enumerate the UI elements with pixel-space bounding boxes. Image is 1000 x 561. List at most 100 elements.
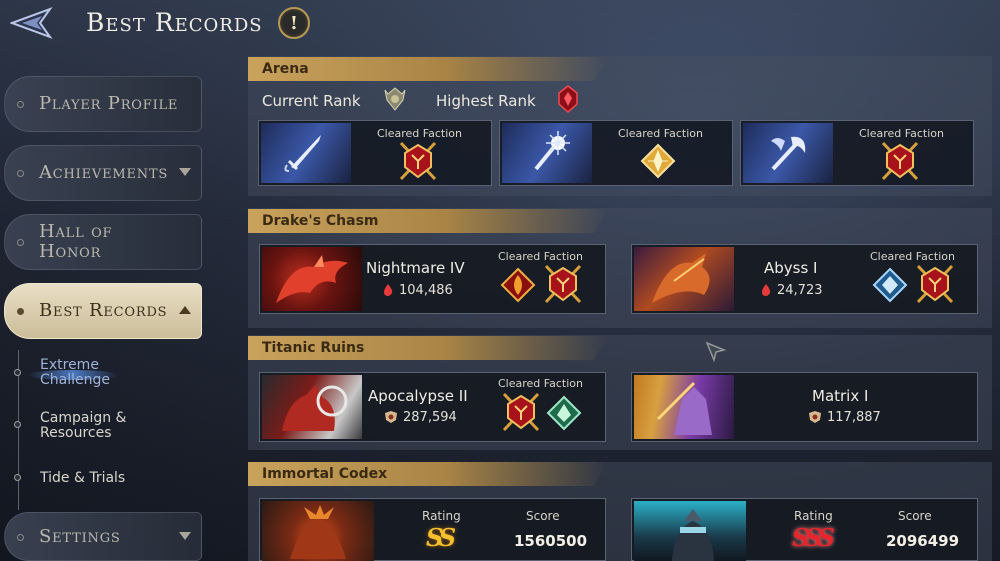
arena-card[interactable]: Cleared Faction	[258, 120, 492, 186]
current-rank-label: Current Rank	[262, 92, 361, 110]
back-arrow-icon	[10, 6, 53, 40]
sidebar-item-label: Achievements	[39, 162, 169, 183]
highest-rank-label: Highest Rank	[436, 92, 536, 110]
boss-score-value: 287,594	[403, 410, 457, 425]
arena-card[interactable]: Cleared Faction	[499, 120, 733, 186]
sidebar-item-achievements[interactable]: Achievements	[4, 145, 202, 201]
boss-score: 24,723	[760, 283, 823, 298]
chevron-up-icon	[179, 306, 191, 314]
codex-boss-art	[634, 501, 746, 561]
rating-grade: SSS	[792, 523, 835, 552]
immortal-codex-card[interactable]: Rating SS Score 1560500	[259, 498, 606, 561]
section-header-titanic-ruins: Titanic Ruins	[248, 336, 608, 360]
crest-icon	[809, 411, 821, 423]
codex-boss-art	[262, 501, 374, 561]
frost-faction-badge-icon	[872, 267, 908, 303]
chevron-down-icon	[179, 168, 191, 176]
bullet-icon	[14, 421, 21, 428]
section-header-immortal-codex: Immortal Codex	[248, 462, 608, 486]
bullet-icon	[17, 170, 24, 177]
matrix-warrior-icon	[656, 381, 712, 435]
boss-score-value: 117,887	[827, 410, 881, 425]
info-button[interactable]: !	[278, 7, 310, 39]
drakes-chasm-card[interactable]: Nightmare IV 104,486 Cleared Faction	[259, 244, 606, 314]
sidebar-item-best-records[interactable]: Best Records	[4, 283, 202, 339]
arena-class-art	[261, 123, 351, 183]
chevron-down-icon	[179, 531, 191, 540]
red-faction-badge-icon	[502, 392, 540, 432]
nature-faction-badge-icon	[546, 395, 582, 431]
rating-grade: SS	[426, 523, 456, 552]
boss-score: 287,594	[384, 410, 457, 425]
matrix-boss-art	[634, 375, 734, 439]
boss-score: 104,486	[382, 283, 453, 298]
ember-faction-badge-icon	[500, 267, 536, 303]
sidebar-item-hall-of-honor[interactable]: Hall of Honor	[4, 214, 202, 270]
titan-icon	[282, 385, 348, 431]
back-button[interactable]	[8, 4, 58, 42]
staff-icon	[534, 131, 570, 171]
boss-score-value: 24,723	[777, 283, 823, 298]
exclamation-icon: !	[290, 12, 298, 34]
current-rank-icon	[384, 87, 406, 111]
damage-drop-icon	[384, 284, 393, 296]
dragon-boss-art	[262, 247, 362, 311]
abyss-dragon-icon	[652, 253, 710, 303]
sidebar-item-settings[interactable]: Settings	[4, 512, 202, 561]
sub-item-tide-trials[interactable]: Tide & Trials	[4, 470, 194, 490]
rating-label: Rating	[794, 509, 833, 523]
boss-name: Matrix I	[812, 387, 869, 405]
bullet-icon	[17, 101, 24, 108]
gold-faction-badge-icon	[640, 143, 676, 179]
sidebar-item-label: Settings	[39, 525, 121, 547]
sword-icon	[284, 135, 321, 172]
sub-item-label: Extreme Challenge	[40, 357, 110, 388]
boss-name: Apocalypse II	[368, 387, 468, 405]
bullet-icon	[17, 533, 24, 541]
sub-item-label: Campaign & Resources	[40, 410, 127, 441]
arena-card[interactable]: Cleared Faction	[740, 120, 974, 186]
score-value: 1560500	[514, 532, 588, 550]
sidebar-item-label: Player Profile	[39, 93, 179, 114]
arena-class-art	[502, 123, 592, 183]
sidebar-item-player-profile[interactable]: Player Profile	[4, 76, 202, 132]
apocalypse-boss-art	[262, 375, 362, 439]
axe-icon	[771, 136, 806, 171]
rating-label: Rating	[422, 509, 461, 523]
titanic-ruins-card[interactable]: Apocalypse II 287,594 Cleared Faction	[259, 372, 606, 442]
page-title: Best Records	[86, 8, 263, 37]
drakes-chasm-card[interactable]: Abyss I 24,723 Cleared Faction	[631, 244, 978, 314]
section-header-drakes-chasm: Drake's Chasm	[248, 209, 608, 233]
red-faction-badge-icon	[881, 141, 919, 181]
cleared-faction-label: Cleared Faction	[618, 127, 703, 140]
dragon-icon	[276, 255, 348, 303]
abyss-boss-art	[634, 247, 734, 311]
sub-item-extreme-challenge[interactable]: Extreme Challenge	[4, 358, 194, 392]
bullet-icon	[17, 239, 24, 246]
boss-score: 117,887	[808, 410, 881, 425]
boss-name: Nightmare IV	[366, 259, 465, 277]
score-label: Score	[898, 509, 932, 523]
sub-item-label: Tide & Trials	[40, 470, 126, 486]
crest-icon	[385, 411, 397, 423]
score-label: Score	[526, 509, 560, 523]
fire-demon-icon	[290, 505, 346, 559]
score-value: 2096499	[886, 532, 960, 550]
sidebar-item-label: Hall of Honor	[39, 221, 113, 262]
damage-drop-icon	[762, 284, 771, 296]
red-faction-badge-icon	[544, 264, 582, 304]
sidebar-item-label: Best Records	[39, 300, 168, 321]
highest-rank-icon	[558, 85, 578, 113]
arena-class-art	[743, 123, 833, 183]
boss-name: Abyss I	[764, 259, 818, 277]
red-faction-badge-icon	[399, 141, 437, 181]
bullet-icon	[17, 308, 24, 315]
immortal-codex-card[interactable]: Rating SSS Score 2096499	[631, 498, 978, 561]
titanic-ruins-card[interactable]: Matrix I 117,887	[631, 372, 978, 442]
boss-score-value: 104,486	[399, 283, 453, 298]
armored-knight-icon	[672, 509, 714, 561]
sub-item-campaign-resources[interactable]: Campaign & Resources	[4, 410, 194, 444]
bullet-icon	[14, 474, 21, 481]
red-faction-badge-icon	[916, 264, 954, 304]
section-header-arena: Arena	[248, 57, 608, 81]
